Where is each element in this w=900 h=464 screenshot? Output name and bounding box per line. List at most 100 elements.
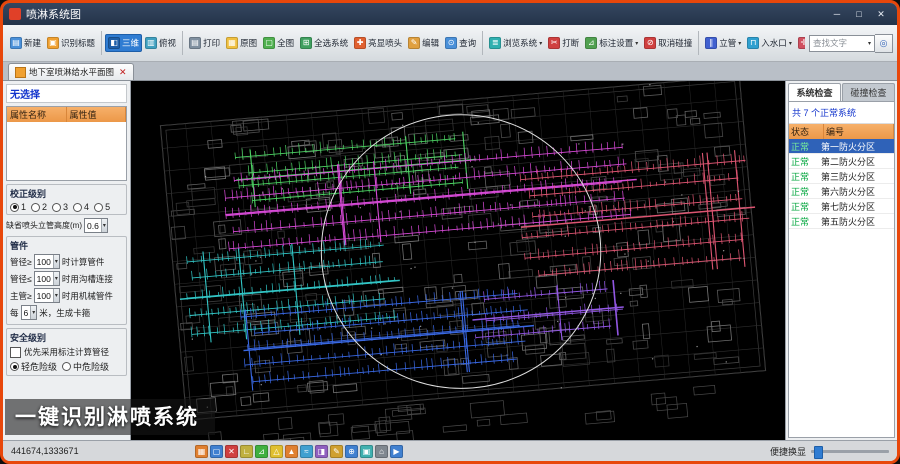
property-list[interactable] (7, 122, 126, 180)
close-button[interactable]: ✕ (871, 7, 891, 22)
toolbar-button-recognize-title[interactable]: ▣识别标题 (44, 34, 98, 52)
toolbar-separator (482, 31, 483, 55)
document-tab[interactable]: 地下室喷淋给水平面图 ✕ (8, 63, 134, 80)
tab-collision-check[interactable]: 碰撞检查 (842, 83, 895, 101)
toolbar-button-label: 立管 (719, 37, 736, 49)
statusbar-tool-icon-1[interactable]: ▦ (195, 445, 208, 458)
radio-label: 轻危险级 (21, 360, 57, 373)
statusbar-tool-icon-10[interactable]: ✎ (330, 445, 343, 458)
cad-drawing[interactable] (131, 81, 785, 440)
statusbar-tool-icon-9[interactable]: ◨ (315, 445, 328, 458)
fitting-value-select[interactable]: 100▾ (34, 271, 60, 286)
toolbar-button-top-view[interactable]: ▥俯视 (142, 34, 179, 52)
statusbar-tool-icon-5[interactable]: ⊿ (255, 445, 268, 458)
radio-icon (73, 203, 82, 212)
chevron-down-icon[interactable]: ▾ (53, 272, 59, 285)
toolbar-button-browse-systems[interactable]: ≣浏览系统▾ (486, 34, 545, 52)
system-row[interactable]: 正常第五防火分区 (789, 214, 894, 229)
statusbar-tool-icon-14[interactable]: ▶ (390, 445, 403, 458)
toolbar-button-label: 原图 (240, 37, 257, 49)
toolbar-button-full-view[interactable]: ▢全图 (260, 34, 297, 52)
statusbar-tool-icon-11[interactable]: ⊕ (345, 445, 358, 458)
statusbar-tool-icon-7[interactable]: ▲ (285, 445, 298, 458)
system-row[interactable]: 正常第七防火分区 (789, 199, 894, 214)
toolbar-button-label: 打断 (562, 37, 579, 49)
correction-level-2[interactable]: 2 (31, 202, 47, 212)
system-summary: 共 7 个正常系统 (789, 102, 894, 124)
main-toolbar: ▤新建▣识别标题 ◧三维▥俯视 ▤打印▦原图▢全图⊞全选系统✚亮显喷头✎编辑⊙查询 ≣… (3, 25, 897, 62)
toolbar-button-query[interactable]: ⊙查询 (442, 34, 479, 52)
cad-canvas[interactable] (131, 81, 785, 440)
statusbar-tool-icon-6[interactable]: △ (270, 445, 283, 458)
statusbar-tool-icon-4[interactable]: ∟ (240, 445, 253, 458)
system-status: 正常 (789, 185, 821, 198)
prop-value-header[interactable]: 属性值 (67, 107, 127, 122)
chevron-down-icon[interactable]: ▾ (539, 40, 542, 47)
toolbar-button-draw-sprinkler[interactable]: ✛画喷头▾ (795, 34, 805, 52)
statusbar-right: 便捷换显 (770, 445, 889, 458)
risk-level-light[interactable]: 轻危险级 (10, 360, 57, 373)
system-row[interactable]: 正常第六防火分区 (789, 184, 894, 199)
chevron-down-icon[interactable]: ▾ (789, 40, 792, 47)
fitting-value-select[interactable]: 6▾ (21, 305, 38, 320)
chevron-down-icon[interactable]: ▾ (53, 255, 59, 268)
statusbar-tool-icon-13[interactable]: ⌂ (375, 445, 388, 458)
checkbox-icon[interactable] (10, 347, 21, 358)
default-height-select[interactable]: 0.6 ▾ (84, 218, 108, 233)
statusbar-tool-icon-2[interactable]: ▢ (210, 445, 223, 458)
app-window: 喷淋系统图 ─ □ ✕ ▤新建▣识别标题◧三维▥俯视▤打印▦原图▢全图⊞全选系统… (0, 0, 900, 464)
toolbar-button-annotation-settings[interactable]: ⊿标注设置▾ (582, 34, 641, 52)
toolbar-button-highlight-sprinklers[interactable]: ✚亮显喷头 (351, 34, 405, 52)
toolbar-button-new[interactable]: ▤新建 (7, 34, 44, 52)
correction-level-4[interactable]: 4 (73, 202, 89, 212)
maximize-button[interactable]: □ (849, 7, 869, 22)
fitting-suffix: 时用机械管件 (62, 290, 113, 302)
search-input[interactable]: 查找文字 ▾ (809, 35, 875, 52)
toolbar-button-cancel-collision[interactable]: ⊘取消碰撞 (641, 34, 695, 52)
display-slider[interactable] (811, 445, 889, 458)
toolbar-button-water-inlet[interactable]: ⊓入水口▾ (744, 34, 795, 52)
correction-level-1[interactable]: 1 (10, 202, 26, 212)
status-column-header[interactable]: 状态 (789, 124, 824, 139)
toolbar-button-edit[interactable]: ✎编辑 (405, 34, 442, 52)
chevron-down-icon[interactable]: ▾ (101, 219, 107, 232)
chevron-down-icon[interactable]: ▾ (635, 40, 638, 47)
system-row[interactable]: 正常第一防火分区 (789, 139, 894, 154)
minimize-button[interactable]: ─ (827, 7, 847, 22)
fitting-prefix: 主管≥ (10, 290, 32, 302)
statusbar-tool-icon-8[interactable]: ≈ (300, 445, 313, 458)
property-table-header: 属性名称 属性值 (7, 107, 126, 122)
statusbar-tool-icon-12[interactable]: ▣ (360, 445, 373, 458)
fitting-value-select[interactable]: 100▾ (34, 288, 60, 303)
system-row[interactable]: 正常第二防火分区 (789, 154, 894, 169)
search-button[interactable]: ◎ (875, 34, 893, 53)
original-view-icon: ▦ (226, 37, 238, 49)
statusbar-tool-icon-3[interactable]: ✕ (225, 445, 238, 458)
chevron-down-icon[interactable]: ▾ (868, 40, 871, 47)
system-row[interactable]: 正常第三防火分区 (789, 169, 894, 184)
priority-annotation-checkbox-row[interactable]: 优先采用标注计算管径 (10, 346, 123, 358)
toolbar-button-label: 全选系统 (314, 37, 348, 49)
correction-level-3[interactable]: 3 (52, 202, 68, 212)
slider-thumb[interactable] (814, 446, 823, 459)
toolbar-button-print[interactable]: ▤打印 (186, 34, 223, 52)
toolbar-button-original-view[interactable]: ▦原图 (223, 34, 260, 52)
toolbar-button-select-all-systems[interactable]: ⊞全选系统 (297, 34, 351, 52)
tab-close-icon[interactable]: ✕ (119, 67, 127, 78)
correction-level-5[interactable]: 5 (94, 202, 110, 212)
toolbar-button-riser[interactable]: ∥立管▾ (702, 34, 744, 52)
system-name: 第七防火分区 (821, 200, 894, 213)
fitting-value-select[interactable]: 100▾ (34, 254, 60, 269)
toolbar-button-view-3d[interactable]: ◧三维 (105, 34, 142, 52)
chevron-down-icon[interactable]: ▾ (738, 40, 741, 47)
risk-level-medium[interactable]: 中危险级 (62, 360, 109, 373)
name-column-header[interactable]: 编号 (824, 124, 894, 139)
toolbar-button-break[interactable]: ✂打断 (545, 34, 582, 52)
highlight-sprinklers-icon: ✚ (354, 37, 366, 49)
radio-icon (31, 203, 40, 212)
tab-system-check[interactable]: 系统检查 (788, 83, 841, 101)
chevron-down-icon[interactable]: ▾ (53, 289, 59, 302)
search-box: 查找文字 ▾ ◎ (809, 34, 893, 53)
prop-name-header[interactable]: 属性名称 (7, 107, 67, 122)
chevron-down-icon[interactable]: ▾ (30, 306, 36, 319)
